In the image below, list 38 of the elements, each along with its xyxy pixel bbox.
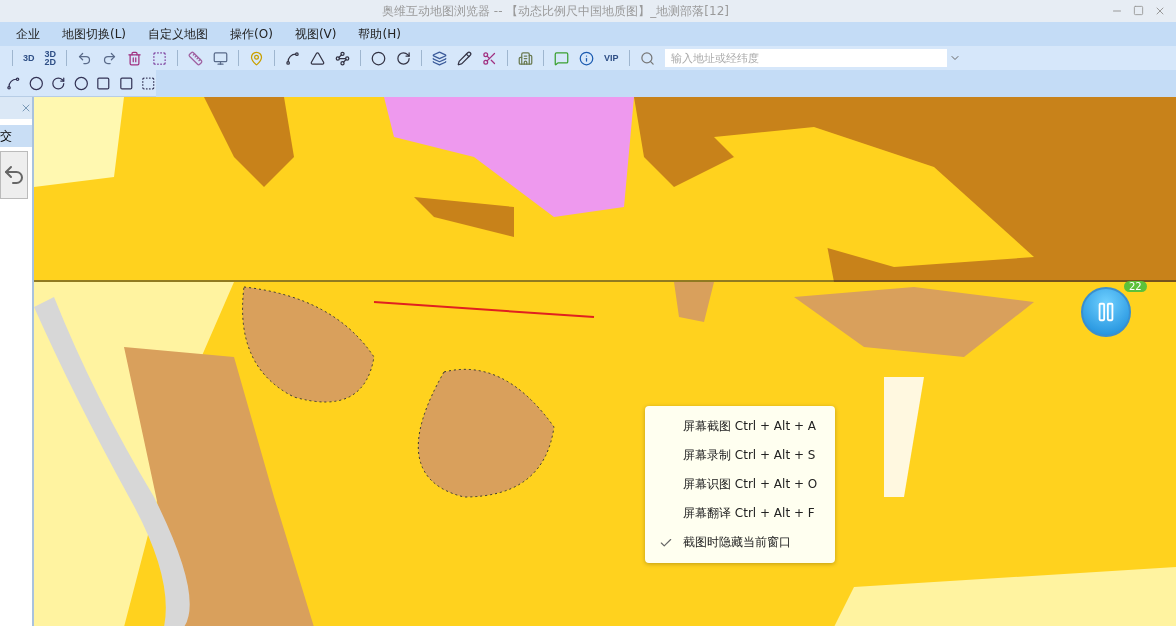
menu-item[interactable]: 视图(V) [294, 25, 337, 43]
context-menu-item[interactable]: 屏幕录制 Ctrl + Alt + S [645, 441, 835, 470]
layers-icon[interactable] [432, 50, 448, 66]
rectangle-icon[interactable] [118, 75, 134, 91]
search-field[interactable]: 输入地址或经纬度 [664, 49, 947, 67]
undo-icon [2, 163, 26, 187]
vip-button[interactable]: VIP [604, 54, 619, 62]
circle-icon[interactable] [28, 75, 44, 91]
undo-button[interactable] [0, 151, 28, 199]
building-icon[interactable] [518, 50, 534, 66]
monitor-icon[interactable] [213, 50, 229, 66]
circle-icon[interactable] [371, 50, 387, 66]
menu-item[interactable]: 自定义地图 [148, 25, 209, 43]
rotate-icon[interactable] [396, 50, 412, 66]
context-menu-item[interactable]: 屏幕翻译 Ctrl + Alt + F [645, 499, 835, 528]
scissors-icon[interactable] [482, 50, 498, 66]
undo-icon[interactable] [77, 50, 93, 66]
menu-item[interactable]: 帮助(H) [358, 25, 401, 43]
redo-icon[interactable] [102, 50, 118, 66]
view-mode-button[interactable]: 3D 2D [44, 50, 57, 66]
line-icon[interactable] [6, 75, 21, 91]
window-title: 奥维互动地图浏览器 -- 【动态比例尺中国地质图】_地测部落[12] [381, 2, 730, 20]
count-badge: 22 [1124, 281, 1147, 292]
ruler-icon[interactable] [188, 50, 204, 66]
context-menu-item[interactable]: 屏幕识图 Ctrl + Alt + O [645, 470, 835, 499]
search-icon[interactable] [639, 50, 655, 66]
selection-icon[interactable] [152, 50, 168, 66]
panel-item[interactable]: 交 [0, 125, 32, 147]
view-mode-button[interactable]: 3D [23, 54, 35, 62]
menu-item[interactable]: 操作(O) [230, 25, 273, 43]
info-icon[interactable] [579, 50, 595, 66]
context-menu-item[interactable]: 屏幕截图 Ctrl + Alt + A [645, 412, 835, 441]
polyline-icon[interactable] [285, 50, 301, 66]
trash-icon[interactable] [127, 50, 143, 66]
menu-item[interactable]: 地图切换(L) [62, 25, 127, 43]
context-menu-item[interactable]: 截图时隐藏当前窗口 [645, 528, 835, 557]
menu-item[interactable]: 企业 [16, 25, 40, 43]
pencil-icon[interactable] [457, 50, 473, 66]
